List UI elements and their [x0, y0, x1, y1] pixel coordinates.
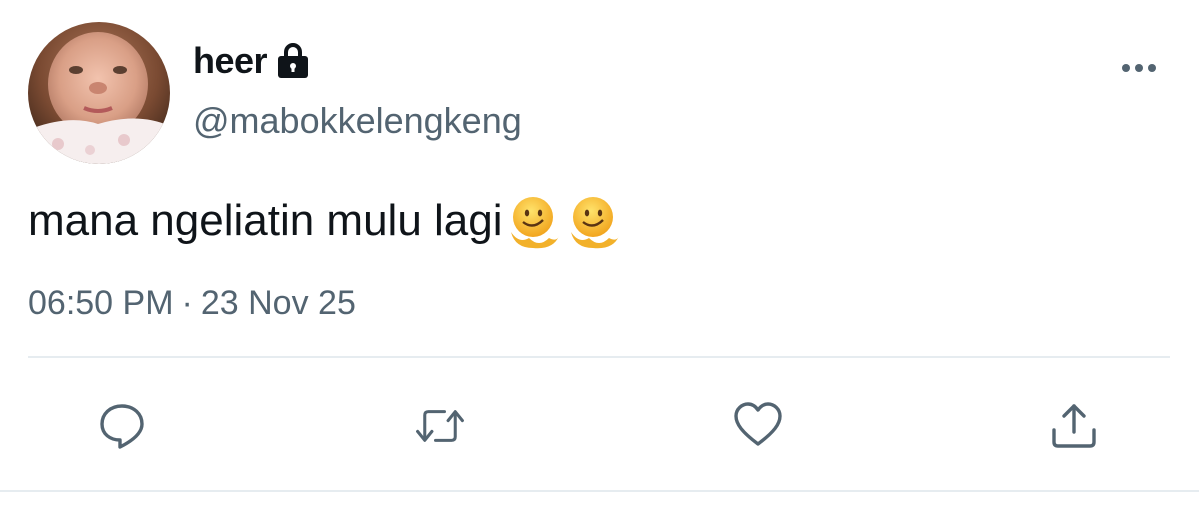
melting-face-emoji [565, 192, 623, 250]
separator-dot: · [181, 284, 193, 322]
more-icon [1122, 64, 1156, 72]
tweet-time: 06:50 PM [28, 284, 174, 322]
display-name-row: heer [193, 38, 311, 84]
retweet-button[interactable] [414, 400, 466, 452]
tweet-text: mana ngeliatin mulu lagi [28, 192, 623, 250]
lock-icon [275, 41, 311, 81]
tweet-card: heer @mabokkelengkeng mana ngeliatin mul… [0, 0, 1199, 508]
divider [28, 356, 1170, 358]
like-button[interactable] [732, 400, 784, 452]
display-name[interactable]: heer [193, 40, 268, 82]
melting-face-emoji [505, 192, 563, 250]
tweet-date: 23 Nov 25 [200, 284, 356, 322]
share-button[interactable] [1048, 400, 1100, 452]
divider [0, 490, 1199, 492]
retweet-icon [416, 410, 464, 442]
user-handle[interactable]: @mabokkelengkeng [193, 100, 522, 142]
tweet-body: mana ngeliatin mulu lagi [28, 196, 503, 245]
avatar[interactable] [28, 22, 170, 164]
avatar-image [28, 22, 170, 164]
reply-button[interactable] [96, 400, 148, 452]
share-icon [1052, 404, 1096, 448]
timestamp[interactable]: 06:50 PM · 23 Nov 25 [28, 284, 356, 323]
heart-icon [734, 402, 782, 446]
reply-icon [100, 404, 144, 449]
more-options-button[interactable] [1118, 56, 1160, 80]
